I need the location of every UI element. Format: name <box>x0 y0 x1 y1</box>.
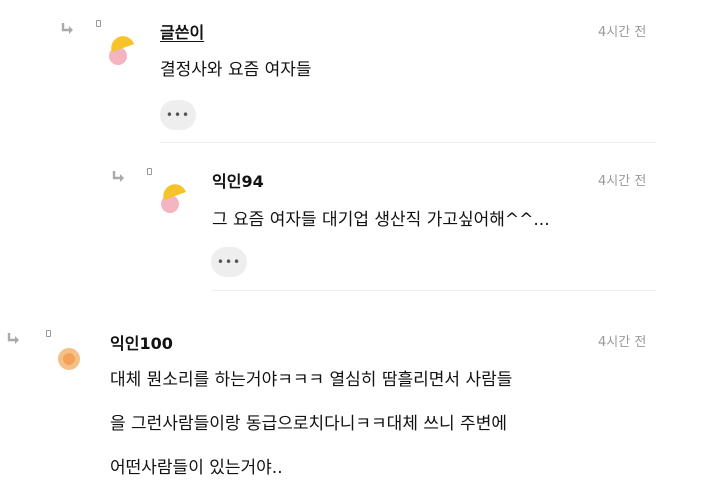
divider <box>212 290 656 291</box>
ellipsis-icon: ••• <box>216 255 242 269</box>
comment-text: 결정사와 요즘 여자들 <box>160 60 312 80</box>
comment-item: 익인100 4시간 전 대체 뭔소리를 하는거야ㅋㅋㅋ 열심히 땀흘리면서 사람… <box>0 300 720 499</box>
comment-item: 글쓴이 4시간 전 결정사와 요즘 여자들 ••• <box>0 0 720 140</box>
comment-author[interactable]: 글쓴이 <box>160 19 204 43</box>
reply-arrow-icon <box>7 333 19 344</box>
more-options-button[interactable]: ••• <box>160 100 196 130</box>
divider <box>160 142 656 143</box>
ellipsis-icon: ••• <box>165 108 191 122</box>
comment-time: 4시간 전 <box>598 25 647 40</box>
user-avatar-icon <box>161 184 186 213</box>
comment-time: 4시간 전 <box>598 335 647 350</box>
comment-author[interactable]: 익인94 <box>212 168 264 192</box>
reply-arrow-icon <box>61 23 73 34</box>
dot-icon <box>46 330 51 337</box>
comment-text-line: 을 그런사람들이랑 동급으로치다니ㅋㅋ대체 쓰니 주변에 <box>110 414 507 434</box>
dot-icon <box>147 168 152 175</box>
user-avatar-icon <box>58 348 80 370</box>
comment-item: 익인94 4시간 전 그 요즘 여자들 대기업 생산직 가고싶어해^^... •… <box>0 150 720 290</box>
dot-icon <box>96 20 101 27</box>
comment-text-line: 어떤사람들이 있는거야.. <box>110 458 283 478</box>
comment-text-line: 대체 뭔소리를 하는거야ㅋㅋㅋ 열심히 땀흘리면서 사람들 <box>110 370 513 390</box>
writer-avatar-icon <box>109 36 134 65</box>
comment-time: 4시간 전 <box>598 174 647 189</box>
comment-author[interactable]: 익인100 <box>110 330 173 354</box>
reply-arrow-icon <box>112 171 124 182</box>
comment-text: 그 요즘 여자들 대기업 생산직 가고싶어해^^... <box>212 210 550 230</box>
more-options-button[interactable]: ••• <box>211 247 247 277</box>
